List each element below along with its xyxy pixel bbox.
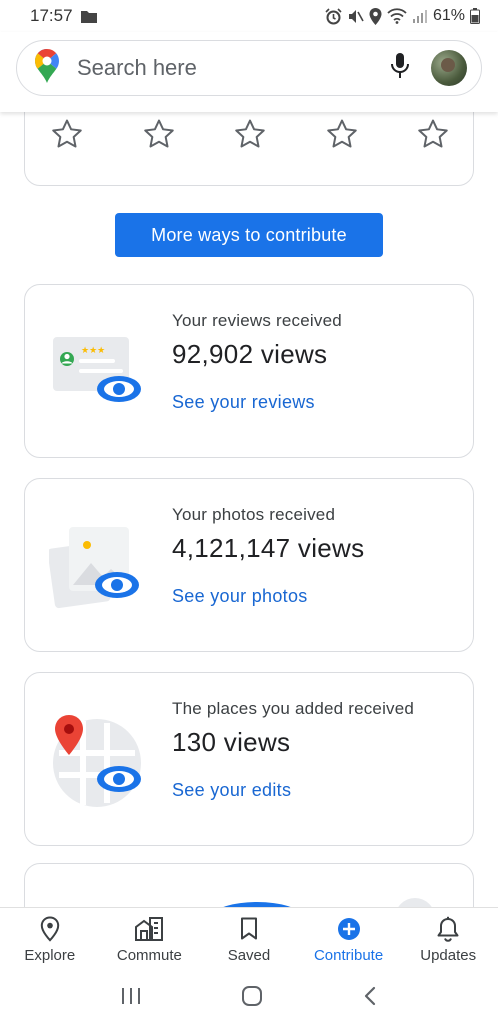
star-1-icon[interactable] (50, 117, 84, 151)
status-bar: 17:57 61% (0, 0, 498, 32)
star-rating[interactable] (50, 117, 450, 151)
nav-commute[interactable]: Commute (101, 916, 197, 964)
avatar[interactable] (431, 50, 467, 86)
location-status-icon (369, 7, 382, 25)
location-pin-icon (40, 916, 60, 942)
star-4-icon[interactable] (325, 117, 359, 151)
bookmark-icon (240, 916, 258, 942)
partial-card-graphic-icon (223, 898, 432, 907)
nav-updates[interactable]: Updates (400, 916, 496, 964)
svg-text:★★★: ★★★ (81, 346, 105, 356)
folder-icon (80, 10, 97, 23)
bell-icon (437, 916, 459, 942)
signal-icon (412, 9, 428, 23)
reviews-stat-value: 92,902 views (172, 339, 328, 369)
status-time: 17:57 (30, 6, 73, 25)
star-5-icon[interactable] (416, 117, 450, 151)
bottom-nav: Explore Commute Saved Contribute Updates (0, 907, 498, 973)
reviews-eye-illustration-icon: ★★★ (49, 325, 145, 421)
back-icon[interactable] (362, 985, 378, 1012)
screen: 17:57 61% Search here More ways to contr… (0, 0, 498, 1024)
photos-eye-illustration-icon (47, 519, 145, 615)
reviews-stat-card[interactable]: ★★★ Your reviews received 92,902 views S… (24, 284, 474, 458)
alarm-icon (325, 7, 342, 25)
nav-updates-label: Updates (420, 947, 477, 964)
see-your-edits-link[interactable]: See your edits (172, 780, 291, 801)
wifi-icon (387, 8, 407, 24)
nav-explore[interactable]: Explore (2, 916, 98, 964)
nav-contribute[interactable]: Contribute (301, 916, 397, 964)
nav-commute-label: Commute (116, 947, 182, 964)
search-bar[interactable] (16, 40, 482, 96)
photos-stat-label: Your photos received (172, 505, 336, 524)
star-2-icon[interactable] (142, 117, 176, 151)
recent-apps-icon[interactable] (120, 986, 142, 1011)
photos-stat-value: 4,121,147 views (172, 533, 365, 563)
places-stat-card[interactable]: The places you added received 130 views … (24, 672, 474, 846)
rating-card (24, 112, 474, 186)
places-stat-value: 130 views (172, 727, 291, 757)
nav-contribute-label: Contribute (313, 947, 384, 964)
star-3-icon[interactable] (233, 117, 267, 151)
see-your-reviews-link[interactable]: See your reviews (172, 392, 315, 413)
commute-icon (134, 916, 164, 942)
nav-explore-label: Explore (24, 947, 76, 964)
mute-icon (347, 8, 364, 25)
reviews-stat-label: Your reviews received (172, 311, 342, 330)
nav-saved[interactable]: Saved (201, 916, 297, 964)
see-your-photos-link[interactable]: See your photos (172, 586, 308, 607)
places-stat-label: The places you added received (172, 699, 415, 718)
nav-saved-label: Saved (227, 947, 271, 964)
google-maps-logo-icon (35, 48, 59, 88)
system-nav-bar (0, 973, 498, 1024)
photos-stat-card[interactable]: Your photos received 4,121,147 views See… (24, 478, 474, 652)
microphone-icon[interactable] (391, 52, 409, 84)
plus-circle-icon (337, 916, 361, 942)
next-card-partial[interactable] (24, 863, 474, 907)
contribute-content[interactable]: More ways to contribute ★★★ Your reviews… (0, 112, 498, 907)
home-icon[interactable] (241, 985, 263, 1012)
places-eye-illustration-icon (49, 713, 145, 809)
battery-percent: 61% (432, 7, 465, 24)
more-ways-to-contribute-button[interactable]: More ways to contribute (115, 213, 383, 257)
search-header (0, 32, 498, 112)
search-input[interactable] (77, 55, 391, 81)
battery-icon (470, 8, 480, 24)
